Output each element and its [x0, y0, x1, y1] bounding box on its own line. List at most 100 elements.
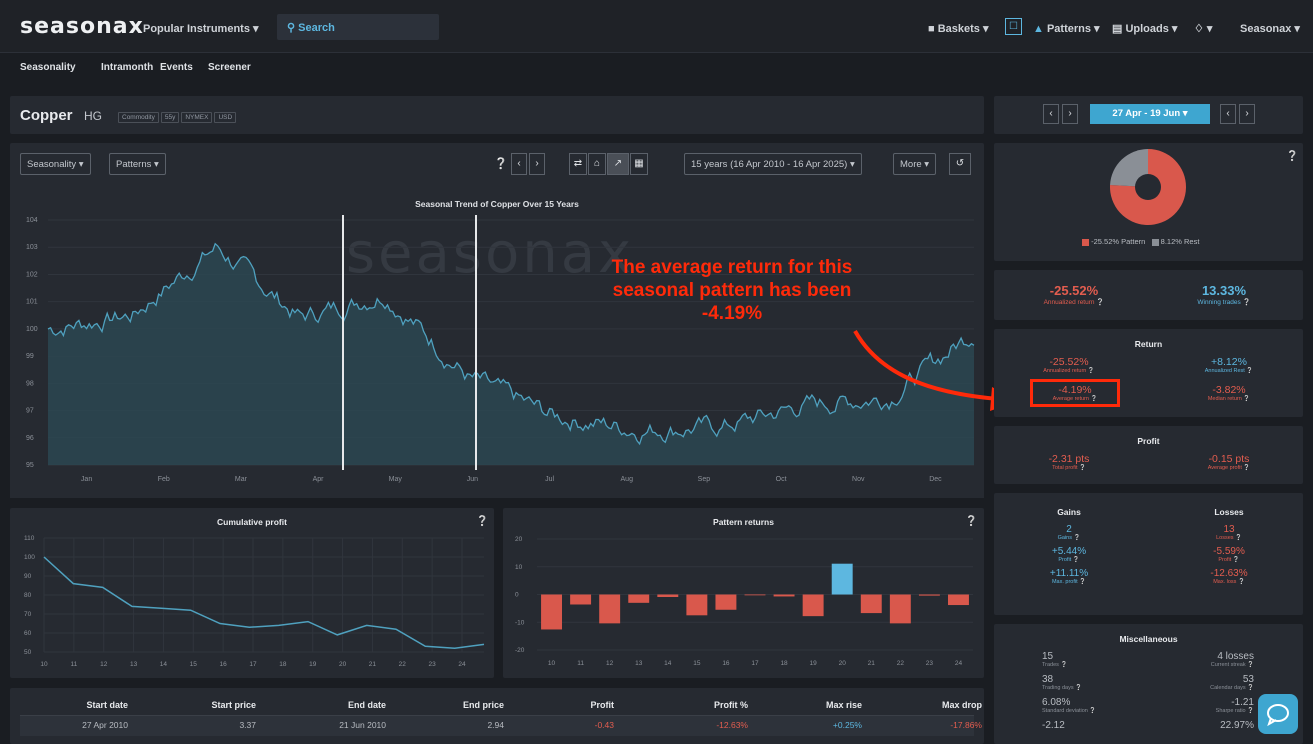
- annualized-return-stat: -25.52% Annualized return ❔: [1004, 283, 1144, 306]
- x-tick-label: 21: [868, 660, 876, 667]
- return-bar: [744, 594, 766, 596]
- grid: 110 100 90 80 70 60 50 10 11 12 13 14 15 16 17 18 19 20 21…: [24, 535, 484, 668]
- reset-icon[interactable]: ↺: [949, 153, 971, 175]
- pie-legend: -25.52% Pattern 8.12% Rest: [1082, 237, 1199, 246]
- help-icon[interactable]: ❔: [494, 157, 508, 170]
- return-panel: Return -25.52% Annualized return ❔ +8.12…: [994, 329, 1303, 417]
- next-icon[interactable]: ›: [529, 153, 545, 175]
- column-header[interactable]: Max drop: [942, 700, 982, 710]
- prev-icon[interactable]: ‹: [511, 153, 527, 175]
- next-range-end-icon[interactable]: ›: [1239, 104, 1255, 124]
- prev-range-start-icon[interactable]: ‹: [1043, 104, 1059, 124]
- cumulative-profit-chart[interactable]: 110 100 90 80 70 60 50 10 11 12 13 14 15 16 17 18 19 20 21…: [10, 508, 494, 678]
- chat-button[interactable]: [1258, 694, 1298, 734]
- column-header[interactable]: Start price: [211, 700, 256, 710]
- instrument-tags: Commodity 55y NYMEX USD: [118, 110, 238, 123]
- column-header[interactable]: Max rise: [826, 700, 862, 710]
- y-tick-label: -10: [515, 619, 525, 626]
- x-tick-label: 13: [130, 661, 138, 668]
- notifications-menu[interactable]: ♢ ▾: [1194, 22, 1212, 35]
- prev-range-end-icon[interactable]: ‹: [1220, 104, 1236, 124]
- home-icon[interactable]: ⌂: [588, 153, 606, 175]
- misc-stat: 4 losses Current streak ❔: [1134, 651, 1254, 668]
- misc-title: Miscellaneous: [1119, 634, 1178, 644]
- more-dropdown[interactable]: More ▾: [893, 153, 937, 175]
- annotation-text: The average return for this seasonal pat…: [611, 257, 853, 324]
- swap-icon[interactable]: ⇄: [569, 153, 587, 175]
- bookmark-icon[interactable]: ☐: [1005, 18, 1022, 35]
- line-chart-icon[interactable]: ↗: [607, 153, 629, 175]
- return-bar: [715, 594, 737, 610]
- tag: 55y: [160, 112, 180, 123]
- subnav-events[interactable]: Events: [160, 62, 193, 73]
- return-bar: [889, 594, 911, 624]
- misc-value: 53: [1242, 674, 1254, 685]
- search-input[interactable]: ⚲ Search: [277, 14, 439, 40]
- return-bar: [831, 563, 853, 595]
- calendar-icon[interactable]: ▦: [630, 153, 648, 175]
- pattern-returns-chart[interactable]: 20 10 0 -10 -20 10 11 12 13 14 15 16 17 18 19 20 21 22 23 2…: [503, 508, 984, 678]
- y-tick-label: 50: [24, 649, 32, 656]
- return-bar: [802, 594, 824, 617]
- x-tick-label: 23: [926, 660, 934, 667]
- return-title: Return: [1134, 339, 1163, 349]
- logo[interactable]: seasonax: [20, 14, 144, 39]
- misc-stat: 22.97%: [1134, 720, 1254, 731]
- column-header[interactable]: End price: [463, 700, 504, 710]
- misc-label: Current streak ❔: [1210, 662, 1254, 668]
- x-tick-label: 18: [780, 660, 788, 667]
- pattern-returns-panel: Pattern returns ❔ 20 10 0 -10 -20 10 11 12 13 14 1…: [503, 508, 984, 678]
- misc-stat: -1.21 Sharpe ratio ❔: [1134, 697, 1254, 714]
- column-header[interactable]: Profit %: [714, 700, 748, 710]
- y-tick-label: 20: [515, 536, 523, 543]
- column-header[interactable]: End date: [348, 700, 386, 710]
- column-header[interactable]: Profit: [591, 700, 615, 710]
- x-tick-label: 20: [339, 661, 347, 668]
- y-tick-label: 102: [26, 271, 38, 278]
- bell-icon: ♢: [1194, 23, 1207, 35]
- legend-rest: 8.12% Rest: [1160, 237, 1200, 246]
- table-cell: -0.43: [594, 720, 614, 730]
- stat-label: Gains ❔: [1057, 535, 1081, 541]
- x-tick-label: 16: [722, 660, 730, 667]
- subnav-screener[interactable]: Screener: [208, 62, 251, 73]
- y-tick-label: 100: [26, 326, 38, 333]
- return-bar: [686, 594, 708, 616]
- account-menu[interactable]: Seasonax ▾: [1240, 22, 1300, 35]
- patterns-dropdown[interactable]: Patterns ▾: [109, 153, 166, 175]
- patterns-menu[interactable]: ▲ Patterns ▾: [1033, 22, 1100, 35]
- date-range-button[interactable]: 27 Apr - 19 Jun ▾: [1090, 104, 1210, 124]
- uploads-menu[interactable]: ▤ Uploads ▾: [1112, 22, 1177, 35]
- popular-instruments-menu[interactable]: Popular Instruments ▾: [143, 22, 259, 35]
- subnav-seasonality[interactable]: Seasonality: [20, 62, 76, 73]
- legend-swatch-pattern: [1082, 238, 1089, 246]
- x-tick-label: May: [389, 476, 403, 483]
- column-header[interactable]: Start date: [86, 700, 128, 710]
- seasonality-dropdown[interactable]: Seasonality ▾: [20, 153, 91, 175]
- stat-label: Max. loss ❔: [1213, 579, 1245, 585]
- y-tick-label: 70: [24, 611, 32, 618]
- x-tick-label: Nov: [852, 476, 865, 483]
- median-return: -3.82% Median return ❔: [1207, 384, 1251, 402]
- watermark: seasonax: [346, 221, 634, 286]
- x-tick-label: Sep: [698, 476, 711, 483]
- subnav-intramonth[interactable]: Intramonth: [101, 62, 153, 73]
- return-bar: [541, 594, 562, 630]
- misc-label: Calendar days ❔: [1210, 685, 1254, 691]
- baskets-menu[interactable]: ■ Baskets ▾: [928, 22, 988, 35]
- table-row[interactable]: 27 Apr 2010 3.37 21 Jun 2010 2.94 -0.43 -12.6…: [20, 716, 982, 736]
- cumulative-profit-line: [43, 556, 485, 649]
- stat-label: Losses ❔: [1216, 535, 1242, 541]
- winning-trades-label: Winning trades ❔: [1197, 299, 1251, 306]
- period-dropdown[interactable]: 15 years (16 Apr 2010 - 16 Apr 2025) ▾: [684, 153, 862, 175]
- x-tick-label: 19: [810, 660, 818, 667]
- next-range-start-icon[interactable]: ›: [1062, 104, 1078, 124]
- table-header: Start date Start price End date End price Pr…: [20, 696, 982, 716]
- x-tick-label: 11: [577, 660, 584, 667]
- table-cell: +0.25%: [832, 720, 862, 730]
- seasonal-trend-chart[interactable]: Seasonal Trend of Copper Over 15 Years s…: [10, 187, 984, 498]
- stat-value: -5.59%: [1213, 546, 1245, 557]
- y-tick-label: 10: [515, 564, 523, 571]
- x-tick-label: Feb: [158, 476, 170, 483]
- x-tick-label: 17: [751, 660, 759, 667]
